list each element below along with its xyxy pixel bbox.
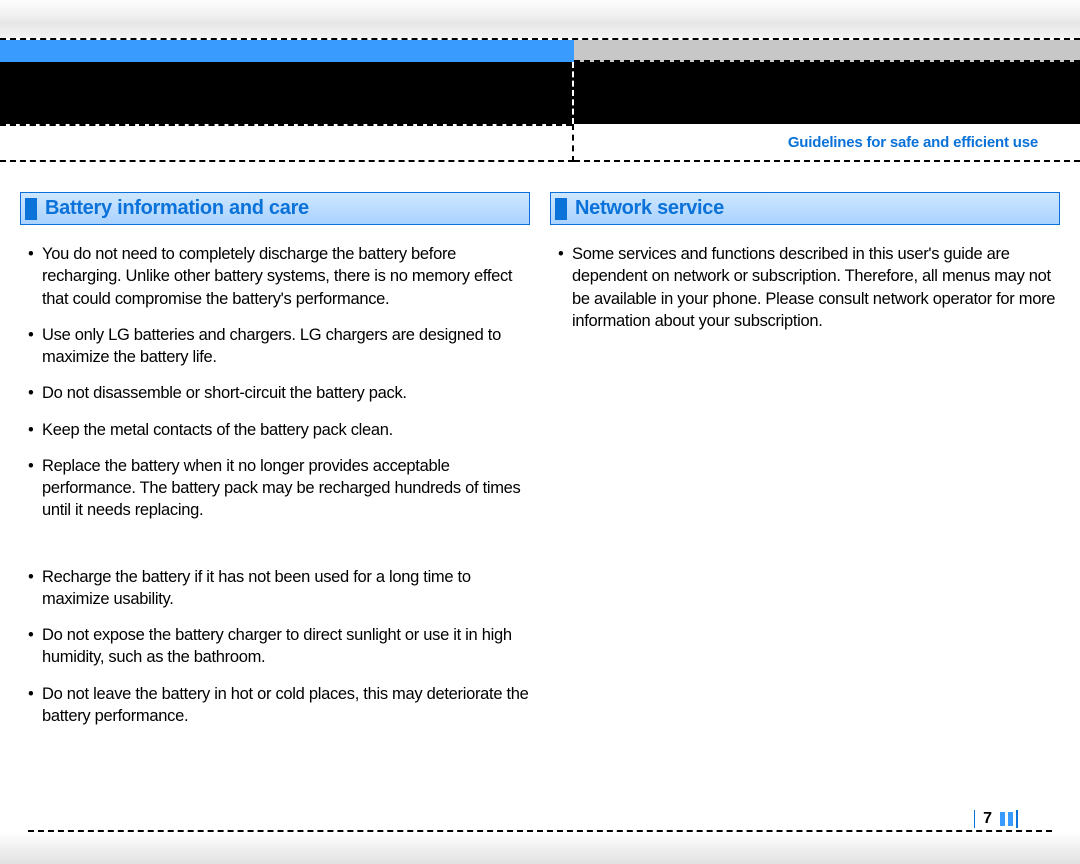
list-item: Keep the metal contacts of the battery p… bbox=[28, 419, 530, 441]
network-list: Some services and functions described in… bbox=[550, 243, 1060, 332]
list-item: Use only LG batteries and chargers. LG c… bbox=[28, 324, 530, 369]
battery-list-1: You do not need to completely discharge … bbox=[20, 243, 530, 522]
left-column: Battery information and care You do not … bbox=[20, 192, 530, 741]
footer: 7 bbox=[0, 830, 1080, 832]
list-item: Replace the battery when it no longer pr… bbox=[28, 455, 530, 522]
list-item: Do not leave the battery in hot or cold … bbox=[28, 683, 530, 728]
heading-marker-icon bbox=[555, 198, 567, 220]
page-number: 7 bbox=[974, 810, 992, 828]
section-header-left bbox=[0, 124, 574, 162]
heading-box-network: Network service bbox=[550, 192, 1060, 225]
heading-text: Network service bbox=[575, 197, 724, 220]
list-item: Do not disassemble or short-circuit the … bbox=[28, 382, 530, 404]
heading-box-battery: Battery information and care bbox=[20, 192, 530, 225]
heading-marker-icon bbox=[25, 198, 37, 220]
section-label: Guidelines for safe and efficient use bbox=[788, 134, 1038, 151]
section-header-right: Guidelines for safe and efficient use bbox=[574, 124, 1080, 162]
battery-list-2: Recharge the battery if it has not been … bbox=[20, 566, 530, 728]
header-bar-blue bbox=[0, 40, 574, 62]
list-item: Recharge the battery if it has not been … bbox=[28, 566, 530, 611]
list-gap bbox=[20, 536, 530, 566]
header-bar-gray bbox=[574, 40, 1080, 62]
header-bar bbox=[0, 40, 1080, 62]
header-black-strip bbox=[0, 62, 1080, 124]
content-area: Battery information and care You do not … bbox=[0, 162, 1080, 741]
page-number-box: 7 bbox=[968, 810, 1040, 828]
bottom-gradient bbox=[0, 834, 1080, 864]
right-column: Network service Some services and functi… bbox=[550, 192, 1060, 741]
footer-dashed-line bbox=[28, 830, 1052, 832]
page-decoration-bars-icon bbox=[1000, 810, 1034, 828]
header-black-left bbox=[0, 62, 574, 124]
list-item: You do not need to completely discharge … bbox=[28, 243, 530, 310]
top-gradient bbox=[0, 0, 1080, 38]
list-item: Do not expose the battery charger to dir… bbox=[28, 624, 530, 669]
list-item: Some services and functions described in… bbox=[558, 243, 1060, 332]
section-header-row: Guidelines for safe and efficient use bbox=[0, 124, 1080, 162]
heading-text: Battery information and care bbox=[45, 197, 309, 220]
